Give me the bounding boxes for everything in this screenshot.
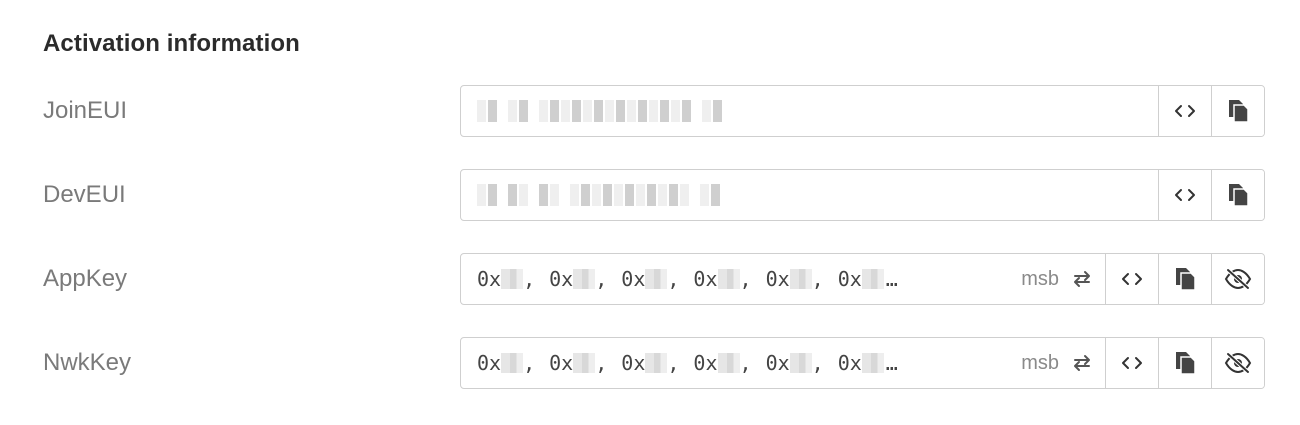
- byte-separator: ,: [523, 267, 536, 291]
- byte-separator: ,: [595, 267, 608, 291]
- section-title: Activation information: [43, 30, 300, 57]
- byte-prefix: 0x: [693, 351, 718, 375]
- deveui-format-toggle-button[interactable]: [1158, 170, 1211, 220]
- copy-icon: [1176, 352, 1196, 375]
- joineui-format-toggle-button[interactable]: [1158, 86, 1211, 136]
- appkey-field: 0x, 0x, 0x, 0x, 0x, 0x … msb: [460, 253, 1265, 305]
- eye-off-icon: [1224, 268, 1252, 290]
- byte-order-label: msb: [1021, 267, 1059, 290]
- byte-separator: ,: [739, 267, 752, 291]
- appkey-copy-button[interactable]: [1158, 254, 1211, 304]
- deveui-row: DevEUI: [0, 169, 1300, 223]
- nwkkey-visibility-toggle-button[interactable]: [1211, 338, 1264, 388]
- deveui-copy-button[interactable]: [1211, 170, 1264, 220]
- appkey-visibility-toggle-button[interactable]: [1211, 254, 1264, 304]
- nwkkey-value[interactable]: 0x, 0x, 0x, 0x, 0x, 0x …: [461, 338, 1011, 388]
- byte-separator: ,: [667, 351, 680, 375]
- code-brackets-icon: [1175, 189, 1195, 201]
- appkey-label: AppKey: [43, 265, 128, 292]
- joineui-label: JoinEUI: [43, 97, 128, 124]
- byte-separator: ,: [739, 351, 752, 375]
- byte-order-label: msb: [1021, 351, 1059, 374]
- nwkkey-byte-order-toggle[interactable]: msb: [1011, 338, 1105, 388]
- byte-separator: ,: [523, 351, 536, 375]
- deveui-field: [460, 169, 1265, 221]
- nwkkey-row: NwkKey 0x, 0x, 0x, 0x, 0x, 0x … msb: [0, 337, 1300, 391]
- code-brackets-icon: [1122, 273, 1142, 285]
- swap-arrows-icon: [1074, 355, 1090, 371]
- joineui-field: [460, 85, 1265, 137]
- byte-prefix: 0x: [837, 267, 862, 291]
- swap-arrows-icon: [1074, 271, 1090, 287]
- joineui-masked-value: [477, 100, 722, 122]
- joineui-copy-button[interactable]: [1211, 86, 1264, 136]
- deveui-value[interactable]: [461, 170, 1158, 220]
- byte-prefix: 0x: [765, 267, 790, 291]
- appkey-row: AppKey 0x, 0x, 0x, 0x, 0x, 0x … msb: [0, 253, 1300, 307]
- nwkkey-copy-button[interactable]: [1158, 338, 1211, 388]
- byte-separator: ,: [811, 267, 824, 291]
- byte-prefix: 0x: [621, 267, 646, 291]
- byte-prefix: 0x: [549, 351, 574, 375]
- byte-prefix: 0x: [621, 351, 646, 375]
- byte-prefix: 0x: [477, 351, 502, 375]
- nwkkey-field: 0x, 0x, 0x, 0x, 0x, 0x … msb: [460, 337, 1265, 389]
- appkey-value[interactable]: 0x, 0x, 0x, 0x, 0x, 0x …: [461, 254, 1011, 304]
- byte-prefix: 0x: [837, 351, 862, 375]
- appkey-format-toggle-button[interactable]: [1105, 254, 1158, 304]
- copy-icon: [1176, 268, 1196, 291]
- byte-prefix: 0x: [477, 267, 502, 291]
- nwkkey-format-toggle-button[interactable]: [1105, 338, 1158, 388]
- byte-prefix: 0x: [765, 351, 790, 375]
- code-brackets-icon: [1122, 357, 1142, 369]
- appkey-byte-order-toggle[interactable]: msb: [1011, 254, 1105, 304]
- joineui-row: JoinEUI: [0, 85, 1300, 139]
- byte-separator: ,: [811, 351, 824, 375]
- appkey-bytes: 0x, 0x, 0x, 0x, 0x, 0x …: [477, 254, 898, 304]
- byte-separator: ,: [595, 351, 608, 375]
- copy-icon: [1229, 100, 1249, 123]
- nwkkey-label: NwkKey: [43, 349, 132, 376]
- code-brackets-icon: [1175, 105, 1195, 117]
- joineui-value[interactable]: [461, 86, 1158, 136]
- copy-icon: [1229, 184, 1249, 207]
- nwkkey-bytes: 0x, 0x, 0x, 0x, 0x, 0x …: [477, 338, 898, 388]
- byte-prefix: 0x: [549, 267, 574, 291]
- eye-off-icon: [1224, 352, 1252, 374]
- byte-separator: ,: [667, 267, 680, 291]
- deveui-label: DevEUI: [43, 181, 126, 208]
- bytes-ellipsis: …: [885, 351, 898, 375]
- bytes-ellipsis: …: [885, 267, 898, 291]
- deveui-masked-value: [477, 184, 720, 206]
- byte-prefix: 0x: [693, 267, 718, 291]
